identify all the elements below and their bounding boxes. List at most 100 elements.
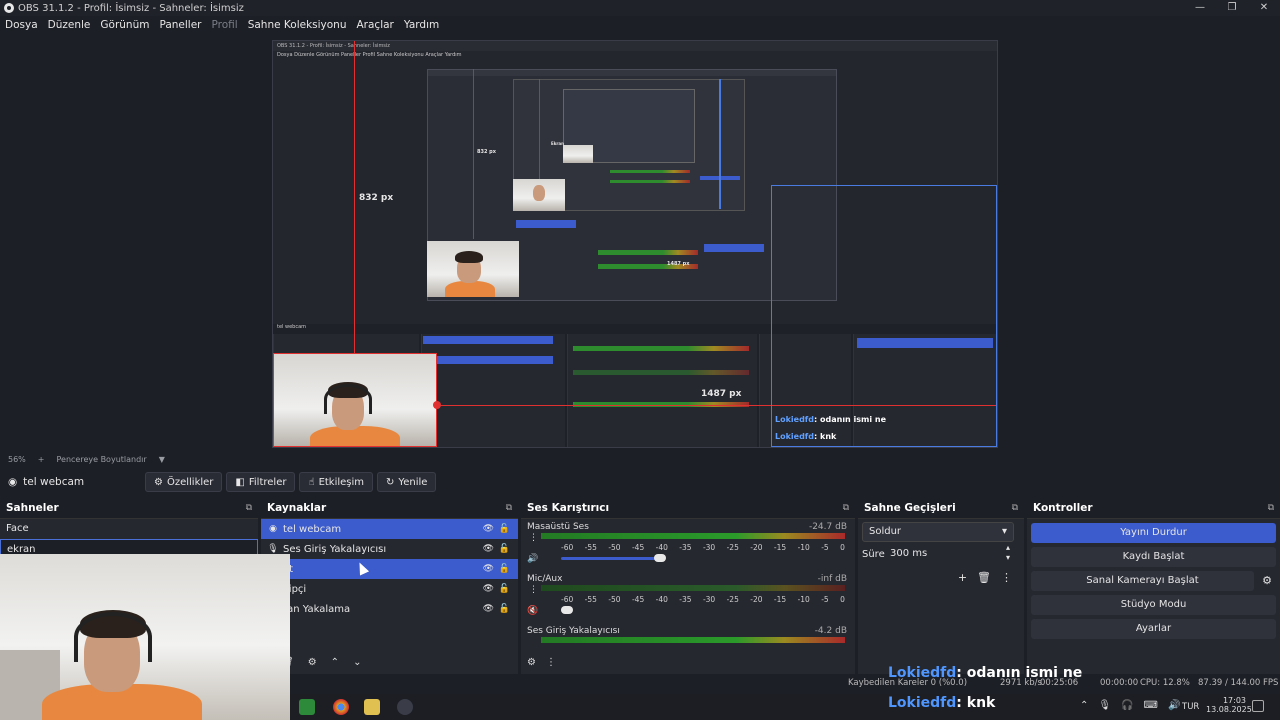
more-icon[interactable]: ⋮ (546, 657, 556, 668)
nested-webcam (427, 241, 519, 297)
scene-item[interactable]: Face (0, 519, 258, 539)
eye-icon[interactable]: 👁 (483, 604, 494, 614)
remove-icon[interactable]: 🗑 (977, 571, 991, 584)
selected-webcam-source[interactable] (273, 353, 437, 447)
nested-measure-vertical: 832 px (477, 149, 496, 155)
mic-icon[interactable]: 🎙 (1098, 700, 1111, 711)
lock-icon[interactable]: 🔓 (499, 584, 510, 594)
transition-select[interactable]: Soldur ▾ (862, 522, 1014, 542)
menu-yardım[interactable]: Yardım (404, 19, 439, 31)
undock-icon[interactable]: ⧉ (843, 503, 849, 513)
source-item[interactable]: ◉ tel webcam 👁 🔓 (261, 519, 518, 539)
move-up-icon[interactable]: ⌃ (331, 657, 339, 668)
source-item[interactable]: at👁🔓 (261, 559, 518, 579)
tick-label: -35 (679, 543, 692, 552)
level-meter (541, 585, 845, 591)
lock-icon[interactable]: 🔓 (499, 524, 510, 534)
control-button-1[interactable]: Kaydı Başlat (1031, 547, 1276, 567)
undock-icon[interactable]: ⧉ (506, 503, 512, 513)
tick-label: -25 (726, 543, 739, 552)
control-button-4[interactable]: Ayarlar (1031, 619, 1276, 639)
tick-label: -15 (773, 543, 787, 552)
sources-list: ◉tel webcam👁🔓🎙Ses Giriş Yakalayıcısı👁🔓at… (261, 519, 518, 619)
clock[interactable]: 17:03 13.08.2025 (1206, 696, 1252, 714)
notifications-icon[interactable] (1252, 700, 1264, 712)
more-icon[interactable]: ⋮ (1001, 571, 1012, 584)
toolbar-button-3[interactable]: ↻ Yenile (377, 472, 437, 492)
menu-profil[interactable]: Profil (212, 19, 238, 31)
duration-input[interactable]: 300 ms ▴ ▾ (884, 543, 1014, 565)
chevron-down-icon[interactable]: ▼ (159, 455, 165, 464)
close-icon[interactable]: ✕ (1248, 0, 1280, 16)
undock-icon[interactable]: ⧉ (246, 503, 252, 513)
undock-icon[interactable]: ⧉ (1268, 503, 1274, 513)
source-item[interactable]: 🎙 Ses Giriş Yakalayıcısı 👁 🔓 (261, 539, 518, 559)
tick-label: -5 (821, 543, 829, 552)
toolbar-button-label: Özellikler (166, 476, 214, 488)
minimize-icon[interactable]: — (1184, 0, 1216, 16)
controls-title: Kontroller (1033, 502, 1093, 514)
lock-icon[interactable]: 🔓 (499, 564, 510, 574)
toolbar-button-1[interactable]: ◧ Filtreler (226, 472, 296, 492)
move-down-icon[interactable]: ⌄ (353, 657, 361, 668)
eye-icon[interactable]: 👁 (483, 584, 494, 594)
lock-icon[interactable]: 🔓 (499, 544, 510, 554)
mixer-settings-icon[interactable]: ⚙ (527, 657, 536, 668)
folder-icon[interactable] (364, 699, 380, 715)
controls-list: Yayını Durdur Kaydı Başlat Sanal Kamerayı … (1027, 518, 1280, 674)
menu-paneller[interactable]: Paneller (159, 19, 201, 31)
menu-sahne-koleksiyonu[interactable]: Sahne Koleksiyonu (248, 19, 347, 31)
maximize-icon[interactable]: ❐ (1216, 0, 1248, 16)
source-item[interactable]: kipçi 👁 🔓 (261, 579, 518, 599)
volume-slider[interactable] (561, 557, 660, 560)
lock-icon[interactable]: 🔓 (499, 604, 510, 614)
toolbar-button-0[interactable]: ⚙ Özellikler (145, 472, 223, 492)
volume-knob[interactable] (654, 554, 666, 562)
menu-dosya[interactable]: Dosya (5, 19, 38, 31)
chrome-icon[interactable] (333, 699, 349, 715)
tick-label: -60 (561, 543, 574, 552)
transitions-dock: Sahne Geçişleri ⧉ Soldur ▾ Süre 300 ms ▴ ▾… (858, 498, 1024, 674)
language-indicator[interactable]: TUR (1182, 702, 1199, 712)
undock-icon[interactable]: ⧉ (1012, 503, 1018, 513)
mute-icon[interactable]: 🔇 (527, 606, 538, 616)
channel-name: Ses Giriş Yakalayıcısı (527, 626, 620, 636)
virtual-cam-settings-icon[interactable]: ⚙ (1262, 574, 1272, 587)
eye-icon[interactable]: 👁 (483, 564, 494, 574)
window-controls: — ❐ ✕ (1184, 0, 1280, 16)
more-icon[interactable]: ⋮ (529, 533, 538, 543)
channel-db: -inf dB (817, 574, 847, 584)
fit-to-window-button[interactable]: Pencereye Boyutlandır (56, 455, 146, 464)
tick-label: -40 (655, 595, 668, 604)
excel-icon[interactable] (299, 699, 315, 715)
headphones-icon[interactable]: 🎧 (1121, 700, 1133, 711)
control-button-2[interactable]: Sanal Kamerayı Başlat (1031, 571, 1254, 591)
menu-düzenle[interactable]: Düzenle (48, 19, 91, 31)
chevron-down-icon: ▾ (1001, 526, 1007, 537)
volume-knob[interactable] (560, 606, 573, 614)
obs-taskbar-icon[interactable] (397, 699, 413, 715)
zoom-in-icon[interactable]: + (38, 455, 45, 464)
tick-label: -55 (584, 595, 597, 604)
zoom-level[interactable]: 56% (8, 455, 26, 464)
toolbar-button-2[interactable]: ☝ Etkileşim (299, 472, 374, 492)
chevron-up-icon[interactable]: ⌃ (1080, 700, 1088, 711)
source-item[interactable]: ran Yakalama 👁 🔓 (261, 599, 518, 619)
stepper-icon[interactable]: ▴ ▾ (1006, 543, 1010, 563)
menu-görünüm[interactable]: Görünüm (100, 19, 149, 31)
gear-icon[interactable]: ⚙ (308, 657, 317, 668)
volume-icon[interactable]: 🔊 (1168, 700, 1180, 711)
mixer-channel: Ses Giriş Yakalayıcısı -4.2 dB (521, 623, 855, 675)
network-icon[interactable]: ⌨ (1144, 700, 1158, 711)
add-icon[interactable]: + (958, 571, 967, 584)
control-button-0[interactable]: Yayını Durdur (1031, 523, 1276, 543)
volume-icon[interactable]: 🔊 (527, 554, 538, 564)
menu-araçlar[interactable]: Araçlar (357, 19, 394, 31)
more-icon[interactable]: ⋮ (529, 585, 538, 595)
control-button-3[interactable]: Stüdyo Modu (1031, 595, 1276, 615)
eye-icon[interactable]: 👁 (483, 524, 494, 534)
mixer-dock: Ses Karıştırıcı ⧉ Masaüstü Ses -24.7 dB -60… (521, 498, 855, 674)
eye-icon[interactable]: 👁 (483, 544, 494, 554)
mixer-channels: Masaüstü Ses -24.7 dB -60 -55 -50 -45 -40 -35 -3… (521, 519, 855, 675)
preview-canvas[interactable]: OBS 31.1.2 - Profil: İsimsiz - Sahneler:… (272, 40, 998, 448)
